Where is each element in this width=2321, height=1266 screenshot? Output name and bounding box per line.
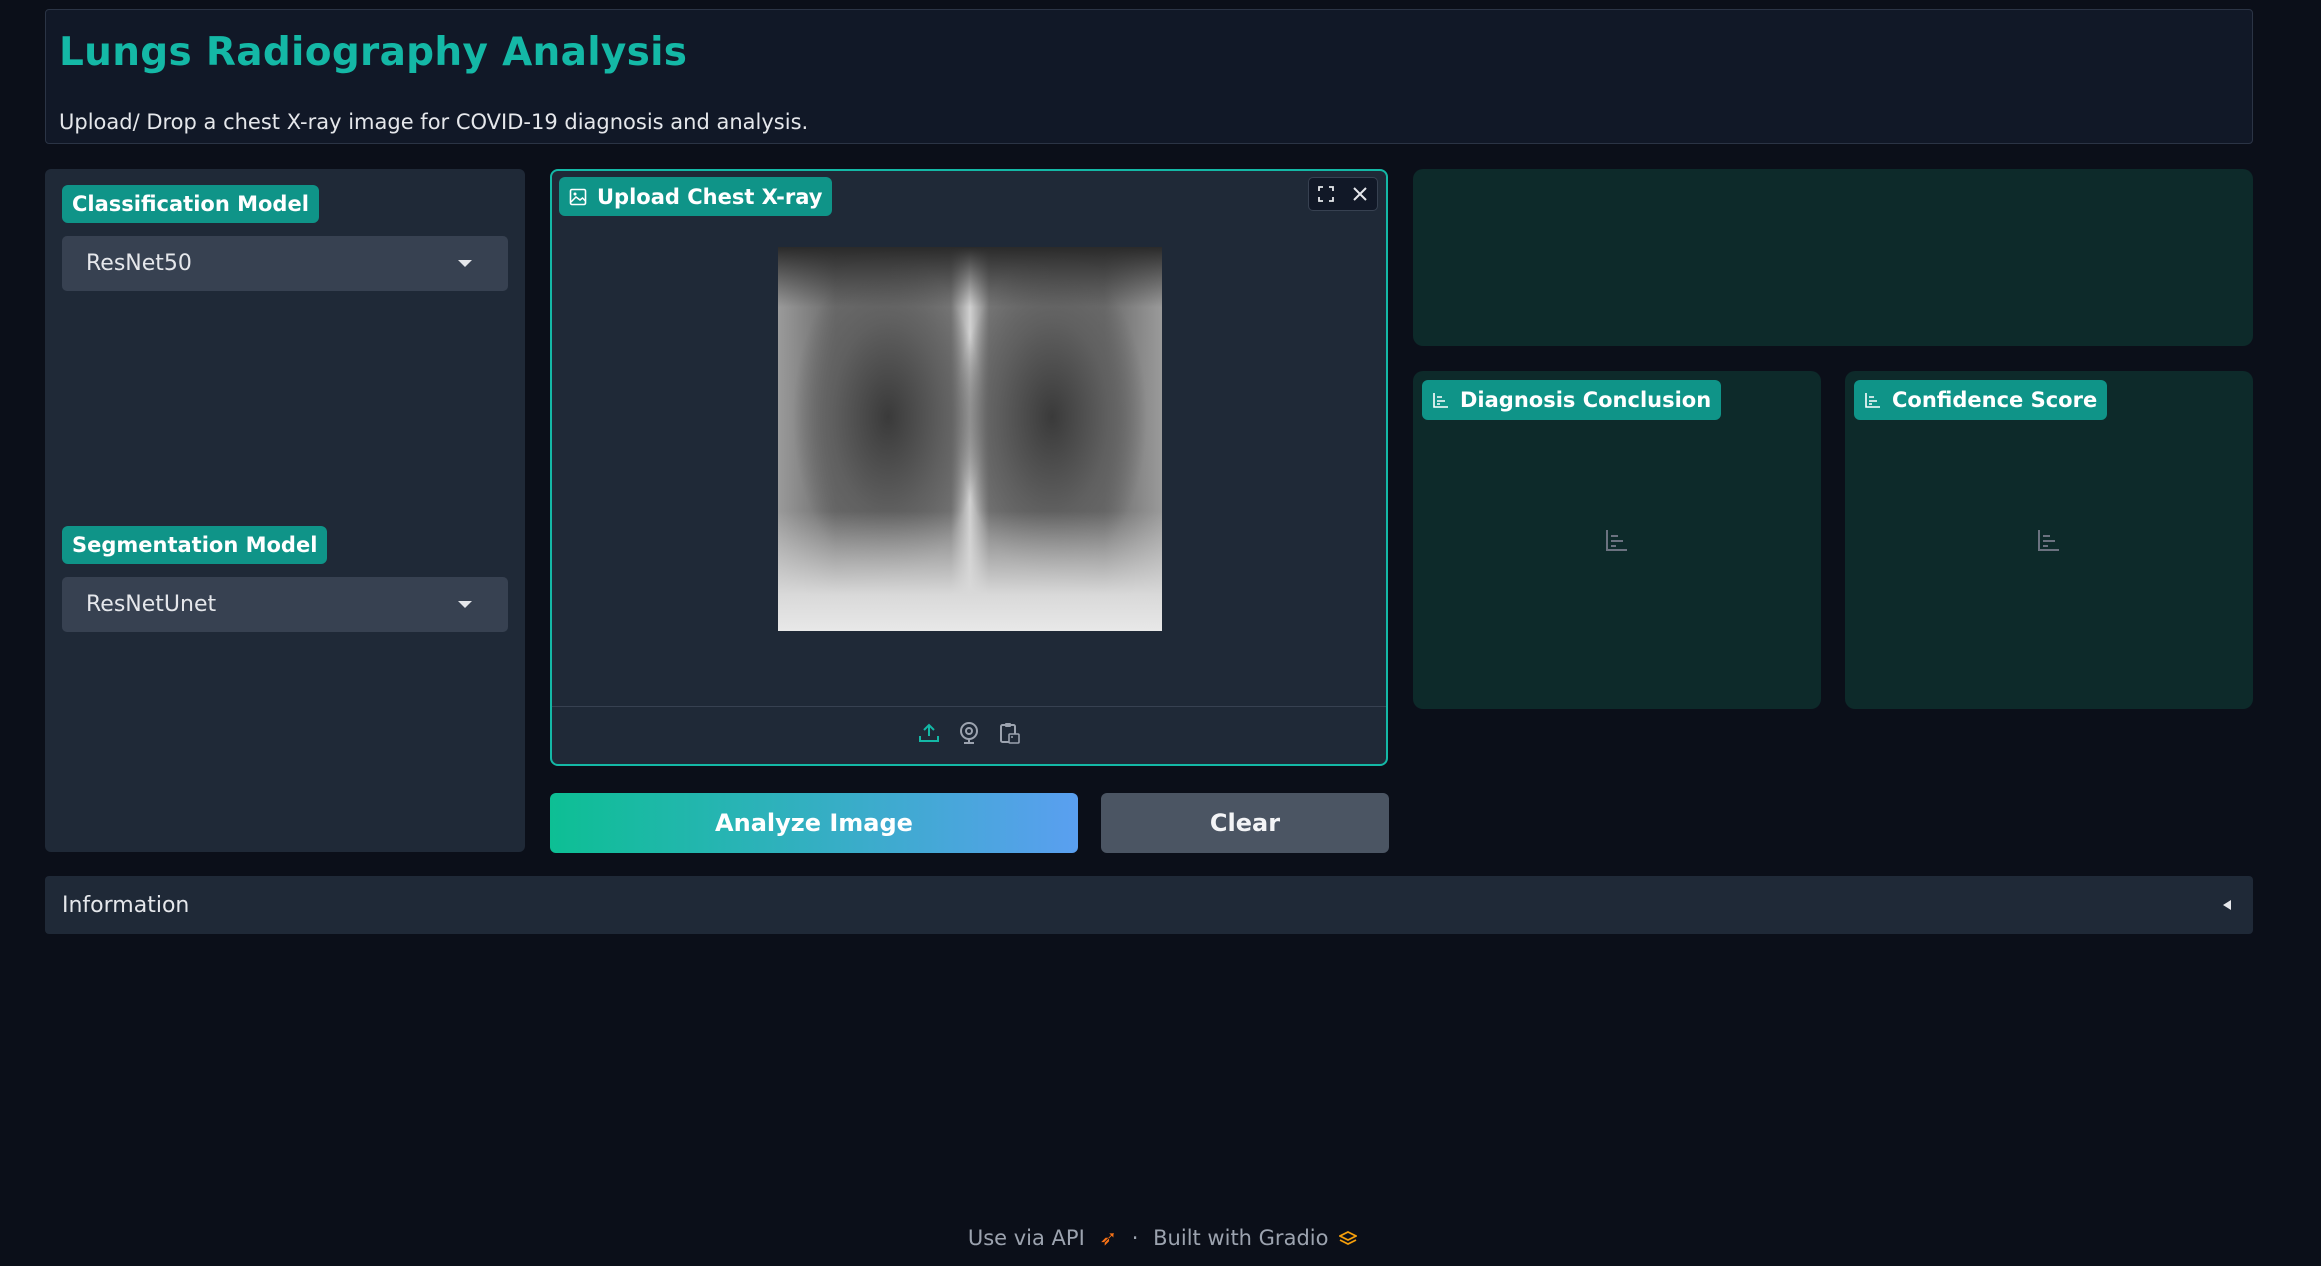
divider [552,706,1386,707]
header: Lungs Radiography Analysis Upload/ Drop … [45,9,2253,144]
diagnosis-conclusion-label: Diagnosis Conclusion [1422,380,1722,420]
bar-chart-icon [1865,393,1880,408]
diagnosis-conclusion-label-text: Diagnosis Conclusion [1460,388,1712,412]
rocket-icon: ➶ [1099,1226,1118,1250]
segmentation-model-label: Segmentation Model [62,526,328,564]
model-settings-panel: Classification Model ResNet50 Segmentati… [45,169,525,852]
analyze-image-button[interactable]: Analyze Image [550,793,1078,853]
segmentation-model-value: ResNetUnet [86,592,217,617]
footer-separator: · [1131,1226,1139,1250]
clipboard-icon[interactable] [996,720,1022,746]
confidence-score-label: Confidence Score [1854,380,2108,420]
chevron-down-icon [458,601,472,608]
caret-left-icon [2223,900,2231,910]
footer: Use via API ➶ · Built with Gradio [0,1226,2321,1250]
classification-model-label: Classification Model [62,185,319,223]
information-accordion[interactable]: Information [45,876,2253,934]
segmentation-model-dropdown[interactable]: ResNetUnet [62,577,508,632]
gradio-logo-icon [1338,1230,1359,1246]
segmentation-model-label-text: Segmentation Model [72,533,318,557]
classification-model-label-text: Classification Model [72,192,309,216]
upload-label-text: Upload Chest X-ray [597,184,823,209]
information-label: Information [62,892,190,918]
clear-button[interactable]: Clear [1101,793,1389,853]
built-with-gradio-link[interactable]: Built with Gradio [1153,1226,1328,1250]
bar-chart-icon [1433,393,1448,408]
image-source-selector [552,720,1386,754]
output-image-box [1413,169,2253,346]
page-subtitle: Upload/ Drop a chest X-ray image for COV… [59,110,809,134]
fullscreen-icon[interactable] [1316,184,1336,204]
close-icon[interactable] [1350,184,1370,204]
classification-model-value: ResNet50 [86,251,192,276]
webcam-icon[interactable] [956,720,982,746]
diagnosis-conclusion-panel: Diagnosis Conclusion [1413,371,1821,709]
bar-chart-icon [1606,530,1627,551]
classification-model-dropdown[interactable]: ResNet50 [62,236,508,291]
upload-label: Upload Chest X-ray [559,177,833,216]
page-title: Lungs Radiography Analysis [59,30,688,75]
chevron-down-icon [458,260,472,267]
image-icon [569,188,587,205]
confidence-score-label-text: Confidence Score [1892,388,2098,412]
image-upload[interactable]: Upload Chest X-ray [550,169,1388,766]
confidence-score-panel: Confidence Score [1845,371,2253,709]
upload-icon[interactable] [916,720,942,746]
image-toolbar [1308,177,1378,211]
use-via-api-link[interactable]: Use via API [968,1226,1085,1250]
bar-chart-icon [2038,530,2059,551]
chest-xray-image [778,247,1162,631]
